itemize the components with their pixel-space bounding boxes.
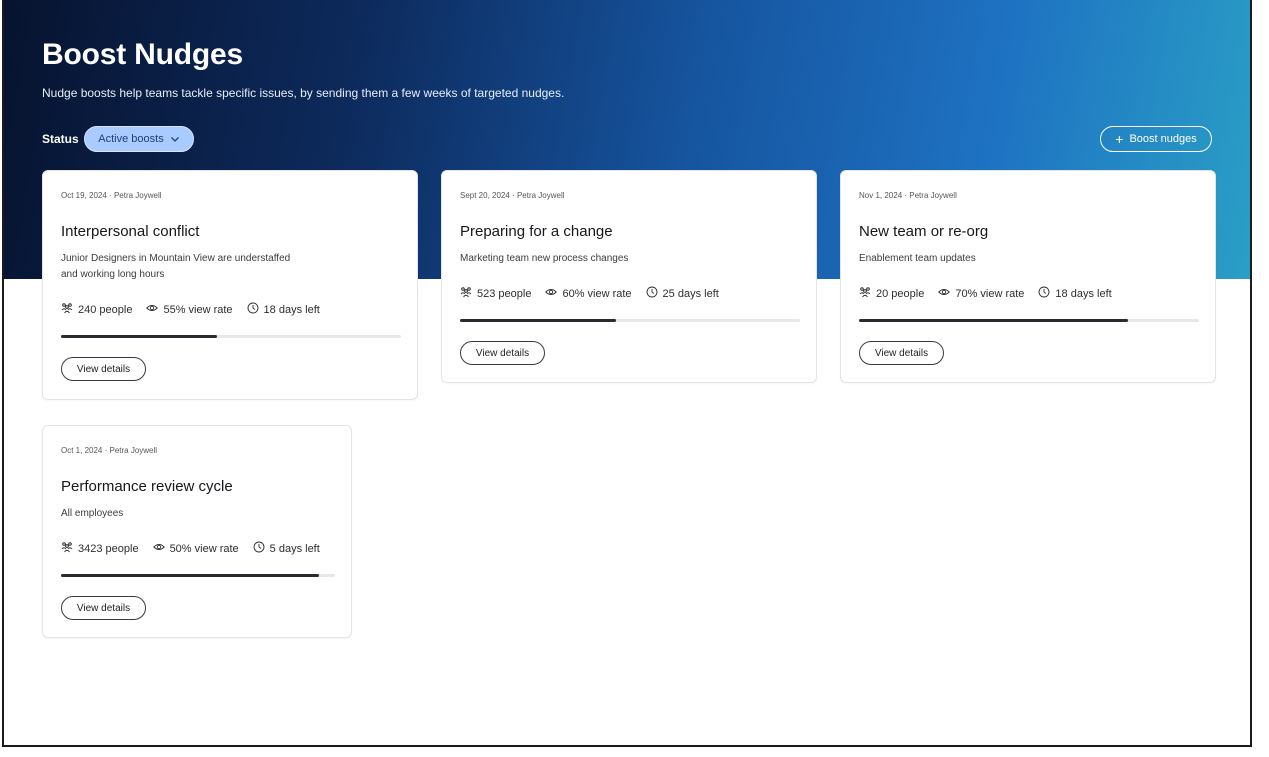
card-date: Oct 19, 2024 xyxy=(61,191,107,200)
progress-fill xyxy=(859,319,1128,322)
people-count: 20 people xyxy=(876,287,925,300)
card-meta: Sept 20, 2024 · Petra Joywell xyxy=(460,191,565,200)
people-icon xyxy=(460,286,472,301)
card-description: All employees xyxy=(61,506,123,522)
people-stat: 3423 people xyxy=(61,541,139,556)
app-frame: Boost Nudges Nudge boosts help teams tac… xyxy=(2,0,1252,747)
status-filter-dropdown[interactable]: Active boosts xyxy=(84,126,194,152)
progress-fill xyxy=(61,574,319,577)
card-description-line: All employees xyxy=(61,508,124,519)
view-details-button[interactable]: View details xyxy=(61,357,146,381)
people-count: 240 people xyxy=(78,303,133,316)
people-stat: 20 people xyxy=(859,286,924,301)
view-rate: 70% view rate xyxy=(955,287,1025,300)
view-rate-stat: 55% view rate xyxy=(146,302,233,317)
view-rate: 50% view rate xyxy=(169,542,239,555)
view-details-button[interactable]: View details xyxy=(460,341,545,365)
days-left: 25 days left xyxy=(662,287,719,300)
view-rate-stat: 50% view rate xyxy=(152,541,239,556)
days-left-stat: 5 days left xyxy=(253,541,320,556)
chevron-down-icon xyxy=(170,137,179,142)
progress-bar xyxy=(61,574,335,577)
people-icon xyxy=(61,541,73,556)
view-rate: 60% view rate xyxy=(562,287,632,300)
boost-nudges-label: Boost nudges xyxy=(1129,133,1197,145)
people-count: 3423 people xyxy=(78,542,139,555)
view-details-button[interactable]: View details xyxy=(859,341,944,365)
page-subtitle: Nudge boosts help teams tackle specific … xyxy=(42,86,565,100)
view-rate-stat: 60% view rate xyxy=(545,286,632,301)
clock-icon xyxy=(646,286,658,301)
view-details-button[interactable]: View details xyxy=(61,596,146,620)
boost-card: Oct 1, 2024 · Petra Joywell Performance … xyxy=(42,425,352,638)
card-author: Petra Joywell xyxy=(109,446,158,455)
boost-card: Sept 20, 2024 · Petra Joywell Preparing … xyxy=(441,170,817,383)
people-stat: 523 people xyxy=(460,286,531,301)
view-rate-stat: 70% view rate xyxy=(938,286,1024,301)
view-rate: 55% view rate xyxy=(163,303,233,316)
clock-icon xyxy=(1038,286,1050,301)
status-label: Status xyxy=(42,132,79,146)
card-title: Interpersonal conflict xyxy=(61,223,200,240)
eye-icon xyxy=(152,541,165,556)
eye-icon xyxy=(545,286,558,301)
progress-fill xyxy=(61,335,218,338)
card-stats: 523 people 60% view rate 25 days left xyxy=(460,286,719,301)
card-description-line: and working long hours xyxy=(61,269,165,280)
eye-icon xyxy=(146,302,159,317)
people-stat: 240 people xyxy=(61,302,132,317)
boost-card: Oct 19, 2024 · Petra Joywell Interperson… xyxy=(42,170,418,400)
days-left-stat: 18 days left xyxy=(247,302,320,317)
card-description-line: Marketing team new process changes xyxy=(460,253,629,264)
card-description: Marketing team new process changes xyxy=(460,251,628,267)
card-author: Petra Joywell xyxy=(113,191,162,200)
card-meta: Oct 19, 2024 · Petra Joywell xyxy=(61,191,162,200)
boost-card: Nov 1, 2024 · Petra Joywell New team or … xyxy=(840,170,1216,383)
clock-icon xyxy=(253,541,265,556)
progress-bar xyxy=(859,319,1199,322)
days-left-stat: 18 days left xyxy=(1038,286,1112,301)
card-description-line: Enablement team updates xyxy=(859,253,976,264)
card-stats: 3423 people 50% view rate 5 days left xyxy=(61,541,320,556)
plus-icon: + xyxy=(1115,131,1124,147)
card-stats: 240 people 55% view rate 18 days left xyxy=(61,302,320,317)
card-description-line: Junior Designers in Mountain View are un… xyxy=(61,253,291,264)
page-title: Boost Nudges xyxy=(42,38,243,71)
progress-bar xyxy=(460,319,800,322)
card-title: Preparing for a change xyxy=(460,223,613,240)
status-filter-value: Active boosts xyxy=(98,133,164,145)
progress-fill xyxy=(460,319,617,322)
card-meta: Nov 1, 2024 · Petra Joywell xyxy=(859,191,957,200)
days-left: 18 days left xyxy=(263,303,320,316)
days-left: 18 days left xyxy=(1055,287,1112,300)
card-date: Nov 1, 2024 xyxy=(859,191,903,200)
card-author: Petra Joywell xyxy=(909,191,957,200)
boost-nudges-button[interactable]: + Boost nudges xyxy=(1100,126,1212,152)
card-description: Enablement team updates xyxy=(859,251,976,267)
card-title: Performance review cycle xyxy=(61,478,233,495)
progress-bar xyxy=(61,335,401,338)
days-left-stat: 25 days left xyxy=(646,286,719,301)
card-author: Petra Joywell xyxy=(516,191,565,200)
eye-icon xyxy=(938,286,951,301)
card-description: Junior Designers in Mountain View are un… xyxy=(61,251,290,283)
card-title: New team or re-org xyxy=(859,223,989,240)
people-icon xyxy=(61,302,73,317)
card-meta: Oct 1, 2024 · Petra Joywell xyxy=(61,446,157,455)
people-icon xyxy=(859,286,871,301)
card-date: Sept 20, 2024 xyxy=(460,191,510,200)
days-left: 5 days left xyxy=(269,542,320,555)
card-stats: 20 people 70% view rate 18 days left xyxy=(859,286,1112,301)
people-count: 523 people xyxy=(477,287,532,300)
clock-icon xyxy=(247,302,259,317)
card-date: Oct 1, 2024 xyxy=(61,446,103,455)
